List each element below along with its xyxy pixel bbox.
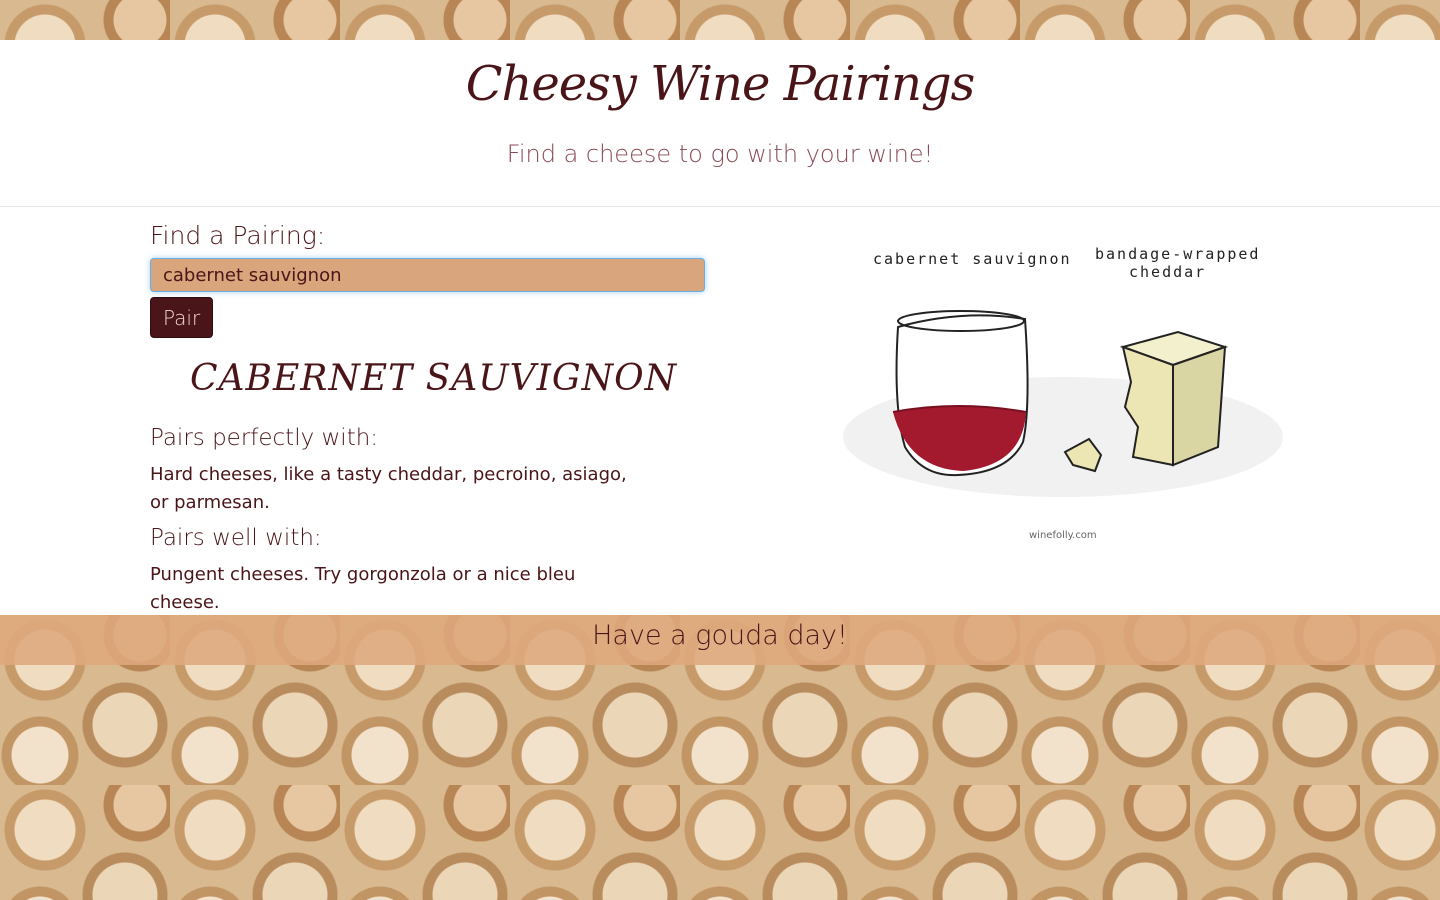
wine-search-input[interactable] (150, 258, 705, 292)
illustration-cheese-label-2: cheddar (1129, 263, 1206, 281)
wine-name-heading: CABERNET SAUVIGNON (190, 358, 678, 399)
footer-text: Have a gouda day! (592, 620, 848, 651)
pairing-panel: Find a Pairing: Pair CABERNET SAUVIGNON … (150, 207, 710, 617)
illustration-cheese-label-1: bandage-wrapped (1095, 245, 1260, 263)
footer-band: Have a gouda day! (0, 615, 1440, 665)
illustration-credit: winefolly.com (1029, 530, 1097, 541)
pairing-illustration: cabernet sauvignon bandage-wrapped chedd… (833, 207, 1293, 557)
pairs-well-text: Pungent cheeses. Try gorgonzola or a nic… (150, 564, 576, 613)
illustration-wine-label: cabernet sauvignon (873, 250, 1072, 268)
wine-glass-icon (892, 310, 1029, 477)
site-subtitle: Find a cheese to go with your wine! (506, 140, 934, 168)
cheddar-block-icon (1119, 330, 1229, 467)
find-pairing-label: Find a Pairing: (150, 221, 326, 250)
wine-cheese-illustration: cabernet sauvignon bandage-wrapped chedd… (843, 245, 1283, 541)
main-content: Find a Pairing: Pair CABERNET SAUVIGNON … (0, 207, 1440, 615)
pairs-perfectly-text: Hard cheeses, like a tasty cheddar, pecr… (150, 464, 627, 513)
pairs-perfectly-heading: Pairs perfectly with: (150, 425, 379, 451)
site-title: Cheesy Wine Pairings (465, 56, 976, 112)
pairs-well-heading: Pairs well with: (150, 525, 322, 551)
site-header: Cheesy Wine Pairings Find a cheese to go… (0, 40, 1440, 207)
pair-button[interactable]: Pair (150, 297, 214, 338)
cork-background-top (0, 0, 1440, 40)
